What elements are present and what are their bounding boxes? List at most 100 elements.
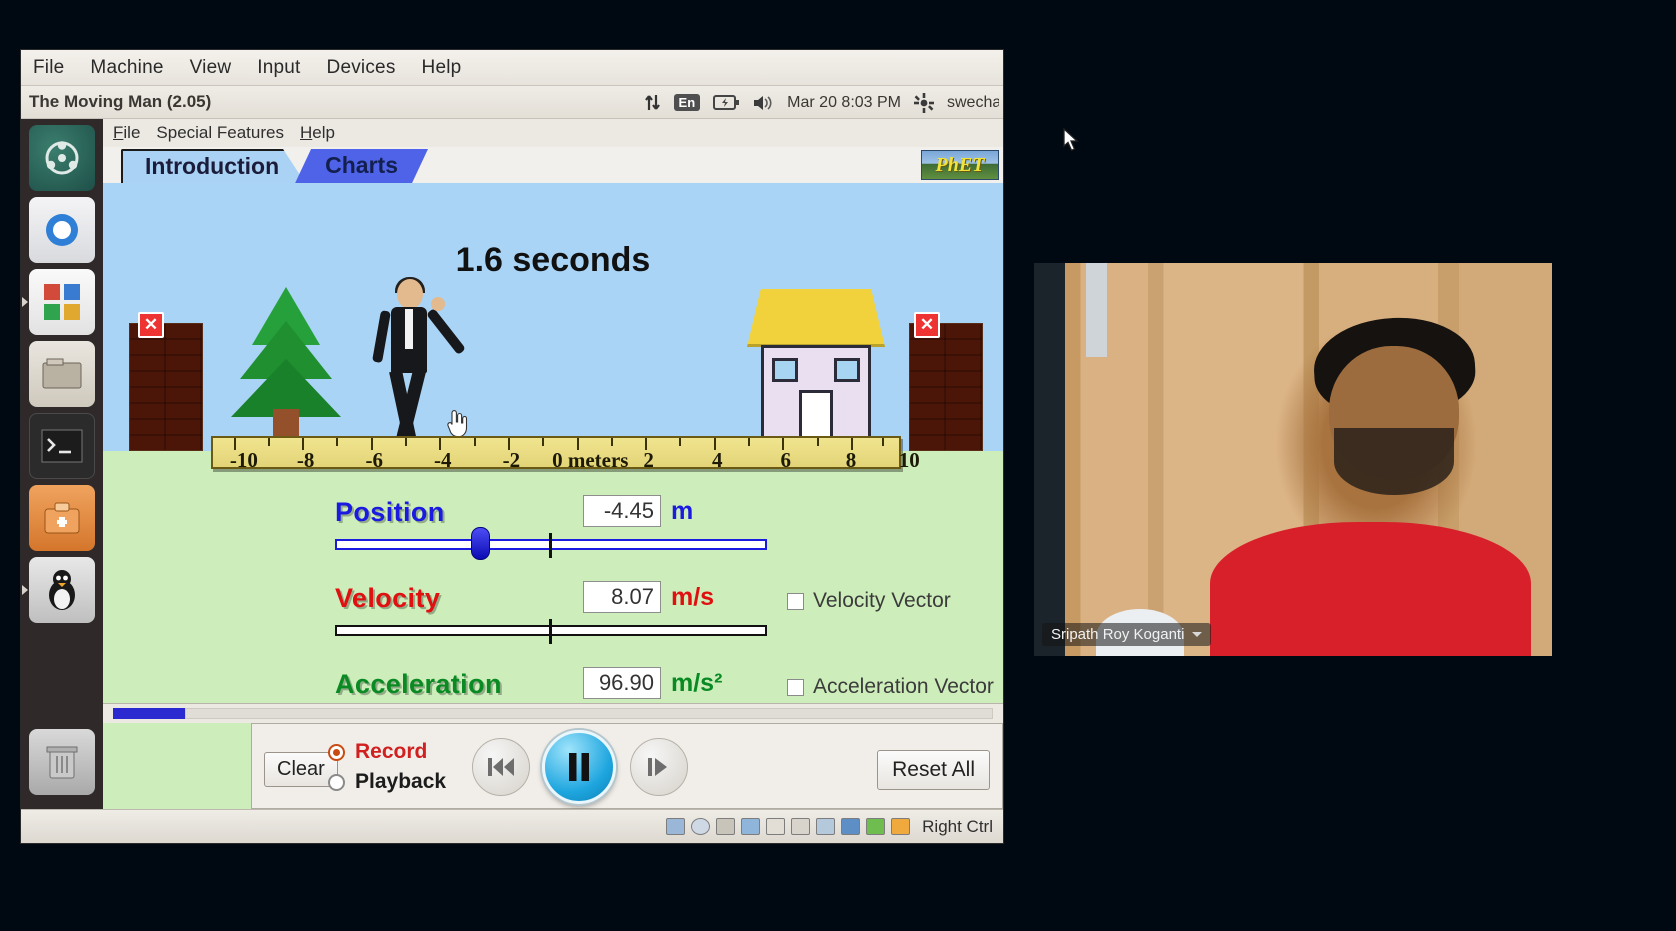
record-radio-row[interactable]: Record <box>328 740 427 764</box>
playback-radio-row[interactable]: Playback <box>328 770 446 794</box>
trash-icon[interactable] <box>29 729 95 795</box>
window-title: The Moving Man (2.05) <box>29 92 212 111</box>
floppy-icon[interactable] <box>716 818 736 835</box>
ruler-label-2: 2 <box>643 448 654 472</box>
tab-introduction[interactable]: Introduction <box>121 149 306 183</box>
applications-icon[interactable] <box>22 269 95 335</box>
position-input[interactable]: -4.45 <box>583 495 661 527</box>
sim-menu-file[interactable]: File <box>113 123 140 143</box>
reset-all-button[interactable]: Reset All <box>877 750 990 790</box>
phet-moving-man-window: File Special Features Help Introduction … <box>103 119 1003 809</box>
ruler-label--8: -8 <box>296 448 315 472</box>
webcam-video-frame <box>1034 263 1552 656</box>
optical-disk-icon[interactable] <box>691 818 711 835</box>
network-icon[interactable] <box>741 818 761 835</box>
vbox-menu-machine[interactable]: Machine <box>90 57 163 79</box>
display-icon[interactable] <box>816 818 836 835</box>
chevron-down-icon[interactable] <box>1192 632 1203 637</box>
vbox-menu-file[interactable]: File <box>33 57 64 79</box>
ruler-label-0-meters: 0 meters <box>552 448 629 472</box>
pause-icon[interactable] <box>542 730 616 804</box>
ruler-label--2: -2 <box>502 448 521 472</box>
participant-name-badge[interactable]: Sripath Roy Koganti <box>1042 623 1212 646</box>
position-ruler: -10 -8 -6 -4 -2 0 meters 2 4 6 8 10 <box>211 436 920 472</box>
background-pole <box>1085 263 1107 358</box>
vbox-menu-help[interactable]: Help <box>422 57 462 79</box>
ubuntu-dash-icon[interactable] <box>29 125 95 191</box>
sim-tabbar: Introduction Charts PhET <box>103 147 1003 183</box>
position-unit: m <box>671 497 694 525</box>
record-radio[interactable] <box>328 743 345 761</box>
velocity-control-row: Velocity 8.07 m/s Velocity Vector <box>103 581 1003 669</box>
tree-icon <box>231 281 341 453</box>
phet-logo-text: PhET <box>935 153 985 176</box>
timeline-track[interactable] <box>185 708 993 719</box>
velocity-vector-checkbox-row[interactable]: Velocity Vector <box>787 589 951 613</box>
acceleration-vector-checkbox[interactable] <box>787 678 804 696</box>
acceleration-label: Acceleration <box>335 669 502 699</box>
ruler-label-8: 8 <box>845 448 857 472</box>
participant-shirt <box>1210 522 1532 656</box>
recording-icon[interactable] <box>841 818 861 835</box>
shared-folder-icon[interactable] <box>791 818 811 835</box>
moving-man-figure[interactable] <box>372 277 466 451</box>
acceleration-vector-label: Acceleration Vector <box>813 675 994 698</box>
mouse-capture-icon[interactable] <box>866 818 886 835</box>
clear-button[interactable]: Clear <box>264 752 338 787</box>
arrow-pointer-icon <box>1063 127 1083 152</box>
velocity-label: Velocity <box>335 583 441 613</box>
acceleration-input[interactable]: 96.90 <box>583 667 661 699</box>
acceleration-vector-checkbox-row[interactable]: Acceleration Vector <box>787 675 994 699</box>
ruler-label--6: -6 <box>365 448 383 472</box>
sim-canvas[interactable]: ✕ ✕ 1.6 seconds -10 -8 -6 -4 -2 0 meters… <box>103 183 1003 809</box>
virtualbox-window: File Machine View Input Devices Help The… <box>20 49 1004 844</box>
acceleration-unit: m/s² <box>671 669 723 697</box>
velocity-vector-checkbox[interactable] <box>787 592 804 610</box>
speaker-icon[interactable] <box>752 94 774 112</box>
vbox-menu-view[interactable]: View <box>190 57 232 79</box>
tab-charts-label: Charts <box>325 151 398 178</box>
velocity-slider-center-mark <box>549 619 552 644</box>
ruler-label-4: 4 <box>711 448 723 472</box>
battery-charging-icon[interactable] <box>713 95 740 110</box>
launcher-running-pip <box>22 297 28 307</box>
sim-menu-help[interactable]: Help <box>300 123 335 143</box>
clock[interactable]: Mar 20 8:03 PM <box>787 94 901 112</box>
left-wall-remove-button[interactable]: ✕ <box>138 312 164 338</box>
chromium-icon[interactable] <box>29 197 95 263</box>
left-wall[interactable]: ✕ <box>129 312 203 451</box>
software-center-icon[interactable] <box>29 485 95 551</box>
step-forward-icon[interactable] <box>630 738 688 796</box>
keyboard-icon[interactable] <box>891 818 911 835</box>
up-down-arrows-icon[interactable] <box>644 93 661 112</box>
gear-icon[interactable] <box>914 92 934 113</box>
terminal-icon[interactable] <box>29 413 95 479</box>
files-icon[interactable] <box>29 341 95 407</box>
participant-beard <box>1334 428 1454 495</box>
right-wall[interactable]: ✕ <box>909 312 983 451</box>
host-key-label: Right Ctrl <box>922 816 993 836</box>
keyboard-layout-indicator[interactable]: En <box>673 94 701 111</box>
tab-charts[interactable]: Charts <box>295 149 428 183</box>
right-wall-remove-button[interactable]: ✕ <box>914 312 940 338</box>
velocity-input[interactable]: 8.07 <box>583 581 661 613</box>
ruler-label-6: 6 <box>780 448 792 472</box>
sim-menu-special-features[interactable]: Special Features <box>156 123 284 143</box>
webcam-video-tile[interactable]: Sripath Roy Koganti <box>1034 263 1552 656</box>
vbox-menu-input[interactable]: Input <box>257 57 300 79</box>
position-slider-knob[interactable] <box>471 527 490 560</box>
vbox-menu-devices[interactable]: Devices <box>327 57 396 79</box>
hard-disk-icon[interactable] <box>666 818 686 835</box>
guest-desktop: File Special Features Help Introduction … <box>21 119 1003 809</box>
pointing-hand-icon <box>443 410 469 438</box>
playback-radio[interactable] <box>328 773 345 791</box>
phet-logo[interactable]: PhET <box>921 150 999 180</box>
username[interactable]: swecha <box>947 94 999 112</box>
timeline-progress[interactable] <box>113 708 185 719</box>
rewind-to-start-icon[interactable] <box>472 738 530 796</box>
usb-icon[interactable] <box>766 818 786 835</box>
timeline-scrollbar[interactable] <box>103 703 1003 723</box>
ruler-label--4: -4 <box>434 448 452 472</box>
tux-icon[interactable] <box>22 557 95 623</box>
velocity-unit: m/s <box>671 583 715 611</box>
